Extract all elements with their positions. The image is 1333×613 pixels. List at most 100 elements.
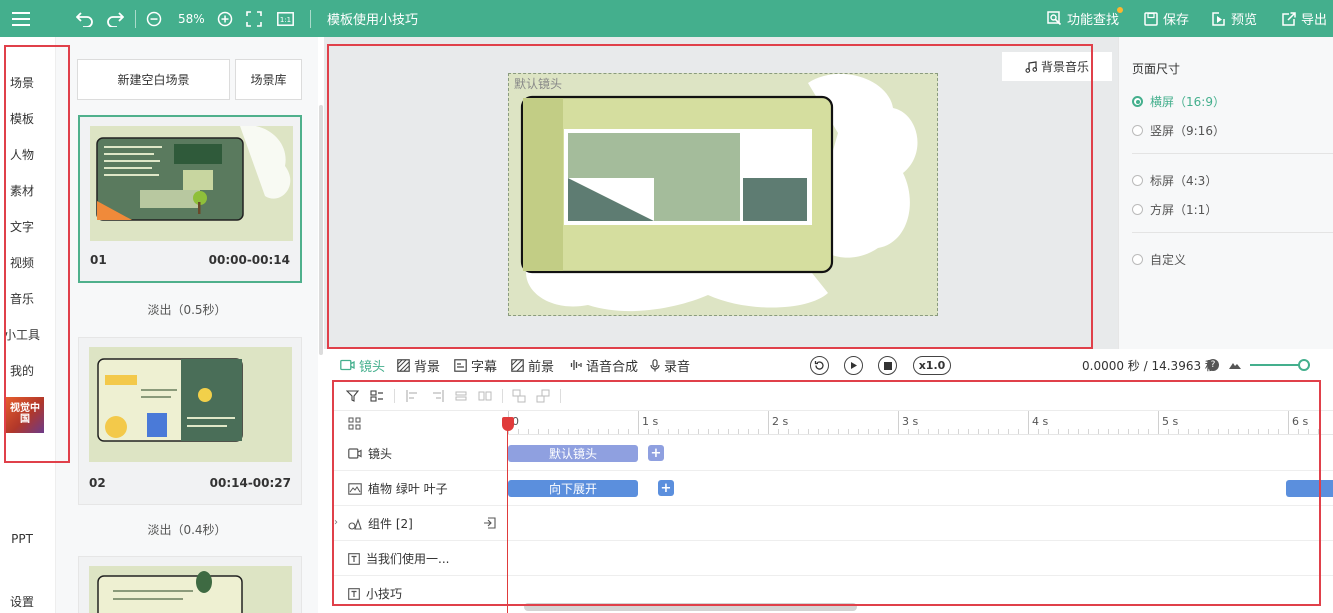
tab-subtitle[interactable]: 字幕 (454, 349, 497, 381)
scene-card-02[interactable]: 02 00:14-00:27 (78, 337, 302, 505)
clip-slide-down[interactable]: 向下展开 (508, 480, 638, 497)
radio[interactable] (1132, 254, 1143, 265)
camera-icon (340, 359, 355, 371)
distribute-icon[interactable] (454, 389, 468, 403)
ruler-minor-tick (1248, 429, 1249, 434)
scene-library-button[interactable]: 场景库 (235, 59, 302, 100)
tab-background[interactable]: 背景 (397, 349, 440, 381)
ruler-minor-tick (838, 429, 839, 434)
undo-icon[interactable] (76, 0, 94, 37)
ruler-minor-tick (968, 429, 969, 434)
rail-item-video[interactable]: 视频 (0, 254, 44, 271)
layers-icon[interactable] (370, 389, 384, 403)
rail-item-tools[interactable]: 小工具 (0, 326, 44, 343)
help-icon[interactable]: ? (1207, 359, 1219, 371)
project-title[interactable]: 模板使用小技巧 (327, 0, 418, 37)
notification-dot (1117, 7, 1123, 13)
scene-transition[interactable]: 淡出（0.4秒） (56, 521, 318, 538)
export-button[interactable]: 导出 (1282, 0, 1327, 37)
timeline-scrollbar[interactable] (524, 603, 857, 611)
scene-card-01[interactable]: 01 00:00-00:14 (78, 115, 302, 283)
add-camera-button[interactable]: + (648, 445, 664, 461)
preview-button[interactable]: 预览 (1212, 0, 1257, 37)
scene-card-03[interactable] (78, 556, 302, 613)
vcg-logo[interactable]: 视觉中国 (6, 397, 44, 433)
background-music-button[interactable]: 背景音乐 (1002, 52, 1112, 81)
rail-item-ppt[interactable]: PPT (0, 532, 44, 546)
ruler-minor-tick (628, 429, 629, 434)
feature-search-label: 功能查找 (1067, 13, 1120, 28)
radio[interactable] (1132, 204, 1143, 215)
tab-tts[interactable]: 语音合成 (568, 349, 638, 381)
save-button[interactable]: 保存 (1144, 0, 1189, 37)
tab-camera[interactable]: 镜头 (340, 349, 385, 381)
tab-record[interactable]: 录音 (650, 349, 690, 381)
redo-icon[interactable] (106, 0, 124, 37)
track-grid-icon[interactable] (348, 417, 361, 430)
option-custom[interactable]: 自定义 (1132, 251, 1186, 268)
radio-selected[interactable] (1132, 96, 1143, 107)
play-button[interactable] (844, 356, 863, 375)
feature-search-button[interactable]: 功能查找 (1047, 0, 1119, 37)
radio[interactable] (1132, 125, 1143, 136)
track-row-group[interactable]: › 组件 [2] (332, 506, 1333, 541)
option-landscape[interactable]: 横屏（16:9） (1132, 93, 1225, 110)
menu-icon[interactable] (12, 0, 30, 37)
ruler-minor-tick (948, 429, 949, 434)
ruler-minor-tick (1058, 429, 1059, 434)
ruler-minor-tick (608, 429, 609, 434)
rail-item-template[interactable]: 模板 (0, 110, 44, 127)
rail-item-text[interactable]: 文字 (0, 218, 44, 235)
align-left-icon[interactable] (406, 389, 420, 403)
group-icon[interactable] (512, 389, 526, 403)
playback-speed[interactable]: x1.0 (913, 356, 951, 375)
ruler-minor-tick (778, 429, 779, 434)
scene-number: 01 (90, 253, 107, 267)
rail-item-music[interactable]: 音乐 (0, 290, 44, 307)
track-row-text-1[interactable]: 当我们使用一... (332, 541, 1333, 576)
replay-button[interactable] (810, 356, 829, 375)
timeline-zoom-knob[interactable] (1298, 359, 1310, 371)
scene-transition[interactable]: 淡出（0.5秒） (56, 301, 318, 318)
ruler-minor-tick (1078, 429, 1079, 434)
stop-button[interactable] (878, 356, 897, 375)
scene-panel-scrollbar[interactable] (319, 105, 323, 355)
expand-chevron-icon[interactable]: › (334, 517, 338, 528)
tab-foreground[interactable]: 前景 (511, 349, 554, 381)
clip-default-camera[interactable]: 默认镜头 (508, 445, 638, 462)
option-portrait[interactable]: 竖屏（9:16） (1132, 122, 1225, 139)
track-row-plant[interactable]: 植物 绿叶 叶子 向下展开 + (332, 471, 1333, 506)
ruler-minor-tick (1318, 429, 1319, 434)
rail-item-mine[interactable]: 我的 (0, 362, 44, 379)
rail-item-material[interactable]: 素材 (0, 182, 44, 199)
playhead-handle[interactable] (502, 417, 514, 431)
playhead[interactable] (507, 417, 508, 613)
new-blank-scene-button[interactable]: 新建空白场景 (77, 59, 230, 100)
zoom-in-icon[interactable] (217, 0, 233, 37)
rail-item-character[interactable]: 人物 (0, 146, 44, 163)
ruler-minor-tick (998, 429, 999, 434)
track-label: 小技巧 (348, 576, 402, 611)
ungroup-icon[interactable] (536, 389, 550, 403)
actual-size-icon[interactable]: 1:1 (277, 0, 294, 37)
option-standard[interactable]: 标屏（4:3） (1132, 172, 1217, 189)
align-right-icon[interactable] (430, 389, 444, 403)
clip-animation-offscreen[interactable] (1286, 480, 1333, 497)
rail-item-scene[interactable]: 场景 (0, 74, 44, 91)
add-animation-button[interactable]: + (658, 480, 674, 496)
timeline-ruler[interactable]: 0 1 s 2 s 3 s 4 s 5 s 6 s (508, 411, 1333, 435)
ruler-minor-tick (718, 429, 719, 434)
option-square[interactable]: 方屏（1:1） (1132, 201, 1217, 218)
image-icon (348, 482, 362, 495)
ruler-label: 6 s (1292, 415, 1309, 428)
filter-icon[interactable] (346, 389, 360, 403)
radio[interactable] (1132, 175, 1143, 186)
track-row-camera[interactable]: 镜头 默认镜头 + (332, 436, 1333, 471)
zoom-out-icon[interactable] (146, 0, 162, 37)
spread-icon[interactable] (478, 389, 492, 403)
fullscreen-icon[interactable] (246, 0, 262, 37)
rail-item-settings[interactable]: 设置 (0, 593, 44, 610)
scene-thumbnail (89, 347, 292, 462)
ungroup-track-icon[interactable] (483, 517, 496, 529)
ruler-minor-tick (648, 429, 649, 434)
